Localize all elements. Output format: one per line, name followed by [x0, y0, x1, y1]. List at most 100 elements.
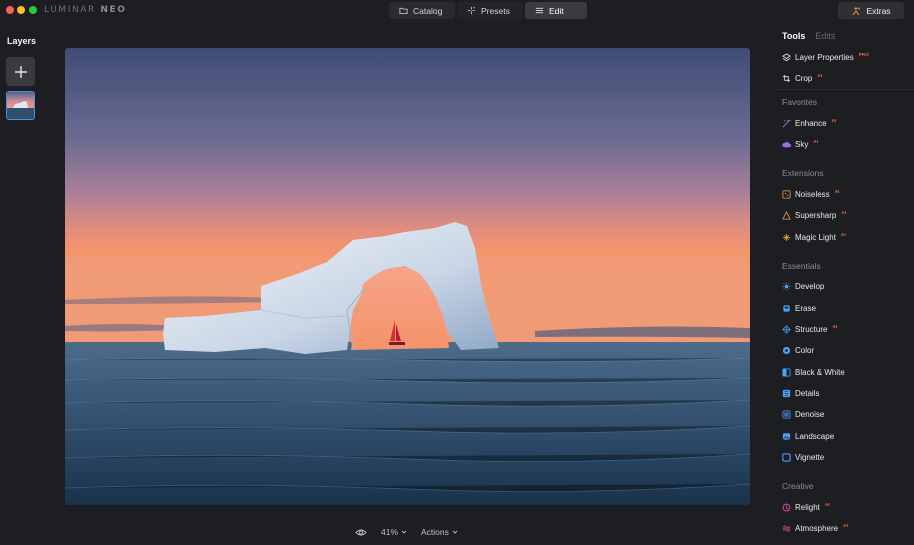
tool-label: Enhance [795, 119, 827, 128]
extras-button[interactable]: Extras [838, 2, 904, 19]
zoom-value: 41% [381, 527, 399, 537]
sparkle-icon [467, 6, 476, 15]
bottom-toolbar: 41% Actions [355, 527, 458, 537]
chevron-down-icon [452, 530, 458, 534]
tool-vignette[interactable]: Vignette [782, 453, 824, 462]
plus-icon [14, 65, 27, 78]
tool-color[interactable]: Color [782, 346, 814, 355]
extras-label: Extras [866, 5, 891, 16]
tool-supersharp[interactable]: Supersharp AI [782, 210, 847, 220]
tool-crop[interactable]: Crop AI [782, 73, 823, 83]
tool-label: Sky [795, 140, 809, 149]
layer-thumbnail-image [7, 92, 34, 119]
tool-label: Atmosphere [795, 524, 839, 533]
tool-label: Layer Properties [795, 53, 854, 62]
extras-icon [853, 6, 861, 15]
panel-tabs: Tools Edits [782, 31, 835, 41]
tool-label: Denoise [795, 410, 825, 419]
tool-label: Color [795, 346, 815, 355]
structure-icon [782, 325, 791, 334]
tab-catalog[interactable]: Catalog [389, 2, 455, 19]
landscape-icon [782, 432, 791, 441]
tool-denoise[interactable]: Denoise [782, 410, 824, 419]
denoise-icon [782, 410, 791, 419]
color-icon [782, 346, 791, 355]
iceberg-photo [65, 48, 750, 505]
actions-dropdown[interactable]: Actions [421, 527, 458, 537]
tool-label: Vignette [795, 453, 825, 462]
tool-enhance[interactable]: Enhance AI [782, 118, 837, 128]
tool-sky[interactable]: Sky AI [782, 139, 819, 149]
section-essentials: Essentials [782, 261, 821, 271]
tool-relight[interactable]: Relight AI [782, 502, 830, 512]
tool-label: Develop [795, 282, 825, 291]
tab-edits[interactable]: Edits [815, 31, 835, 41]
tool-develop[interactable]: Develop [782, 282, 824, 291]
zoom-window-button[interactable] [29, 6, 37, 14]
tool-black-white[interactable]: Black & White [782, 368, 845, 377]
main-tabs: Catalog Presets Edit [389, 2, 587, 19]
tool-label: Noiseless [795, 190, 830, 199]
tool-layer-properties[interactable]: Layer Properties PRO [782, 52, 869, 62]
tool-label: Supersharp [795, 211, 837, 220]
tool-atmosphere[interactable]: Atmosphere AI [782, 523, 849, 533]
crop-icon [782, 74, 791, 83]
tab-edit[interactable]: Edit [525, 2, 587, 19]
tab-edit-label: Edit [549, 5, 564, 16]
tool-label: Black & White [795, 368, 845, 377]
folder-icon [399, 7, 408, 15]
enhance-icon [782, 119, 791, 128]
chevron-down-icon [401, 530, 407, 534]
tools-panel: Tools Edits Layer Properties PRO Crop AI F… [776, 26, 914, 545]
close-window-button[interactable] [6, 6, 14, 14]
noiseless-icon [782, 190, 791, 199]
ai-badge: AI [832, 324, 838, 329]
divider [776, 89, 914, 90]
layer-thumbnail[interactable] [6, 91, 35, 120]
tool-label: Structure [795, 325, 828, 334]
tool-magic-light[interactable]: Magic Light AI [782, 232, 846, 242]
actions-label: Actions [421, 527, 449, 537]
ai-badge: AI [843, 523, 849, 528]
supersharp-icon [782, 211, 791, 220]
tool-details[interactable]: Details [782, 389, 819, 398]
section-extensions: Extensions [782, 168, 824, 178]
tool-structure[interactable]: Structure AI [782, 324, 838, 334]
magic-light-icon [782, 233, 791, 242]
add-layer-button[interactable] [6, 57, 35, 86]
ai-badge: AI [841, 210, 847, 215]
minimize-window-button[interactable] [17, 6, 25, 14]
layers-icon [782, 53, 791, 62]
vignette-icon [782, 453, 791, 462]
ai-badge: AI [813, 139, 819, 144]
zoom-dropdown[interactable]: 41% [381, 527, 407, 537]
sliders-icon [535, 7, 544, 14]
relight-icon [782, 503, 791, 512]
tool-label: Crop [795, 74, 813, 83]
eye-icon[interactable] [355, 528, 367, 537]
erase-icon [782, 304, 791, 313]
atmosphere-icon [782, 524, 791, 533]
tab-presets-label: Presets [481, 5, 510, 16]
photo-canvas[interactable] [65, 48, 750, 505]
tab-catalog-label: Catalog [413, 5, 443, 16]
section-creative: Creative [782, 481, 814, 491]
tool-landscape[interactable]: Landscape [782, 432, 834, 441]
layers-title: Layers [7, 36, 37, 46]
tab-tools[interactable]: Tools [782, 31, 805, 41]
tool-label: Landscape [795, 432, 835, 441]
tool-noiseless[interactable]: Noiseless AI [782, 189, 840, 199]
tab-presets[interactable]: Presets [457, 2, 523, 19]
tool-erase[interactable]: Erase [782, 304, 816, 313]
ai-badge: AI [817, 73, 823, 78]
tool-label: Magic Light [795, 233, 836, 242]
app-logo: LUMINAR NEO [44, 5, 127, 15]
details-icon [782, 389, 791, 398]
ai-badge: AI [824, 502, 830, 507]
ai-badge: AI [834, 189, 840, 194]
ai-badge: AI [831, 118, 837, 123]
title-bar: LUMINAR NEO Catalog Presets Edit Extras [0, 0, 914, 22]
cloud-icon [782, 140, 791, 149]
ai-badge: AI [840, 232, 846, 237]
tool-label: Erase [795, 304, 816, 313]
